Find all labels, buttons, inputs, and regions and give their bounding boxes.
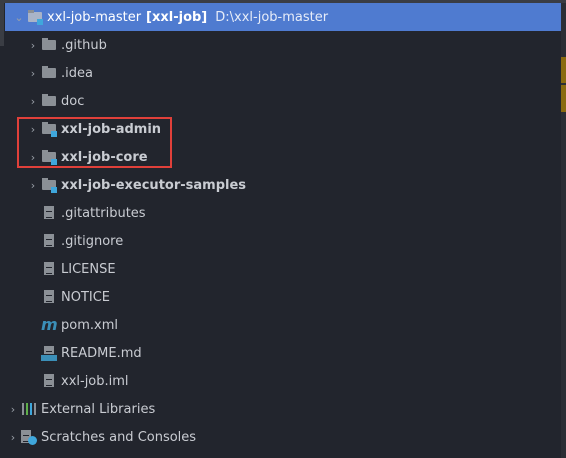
chevron-right-icon[interactable]: › bbox=[27, 179, 39, 192]
tree-item-external-libraries[interactable]: › External Libraries bbox=[5, 395, 561, 423]
root-module: [xxl-job] bbox=[146, 9, 208, 25]
tree-item-xxl-job-iml[interactable]: xxl-job.iml bbox=[5, 367, 561, 395]
tree-item-license[interactable]: LICENSE bbox=[5, 255, 561, 283]
iml-file-icon bbox=[41, 373, 57, 389]
tree-item-label: NOTICE bbox=[61, 289, 111, 305]
module-folder-icon bbox=[41, 177, 57, 193]
tree-item-label: .idea bbox=[61, 65, 93, 81]
tree-item-gitattributes[interactable]: .gitattributes bbox=[5, 199, 561, 227]
scratches-icon bbox=[21, 429, 37, 445]
tree-item-label: .gitignore bbox=[61, 233, 124, 249]
folder-icon bbox=[41, 37, 57, 53]
tree-item-label: .github bbox=[61, 37, 107, 53]
chevron-right-icon[interactable]: › bbox=[27, 95, 39, 108]
tree-item-label: xxl-job.iml bbox=[61, 373, 129, 389]
tree-item-label: README.md bbox=[61, 345, 142, 361]
tree-item-xxl-job-executor-samples[interactable]: › xxl-job-executor-samples bbox=[5, 171, 561, 199]
chevron-right-icon[interactable]: › bbox=[7, 431, 19, 444]
scroll-marker bbox=[561, 85, 566, 112]
tree-item-readme-md[interactable]: README.md bbox=[5, 339, 561, 367]
tree-item-gitignore[interactable]: .gitignore bbox=[5, 227, 561, 255]
tree-item-doc[interactable]: › doc bbox=[5, 87, 561, 115]
left-strip bbox=[0, 0, 4, 46]
tree-item-label: pom.xml bbox=[61, 317, 118, 333]
tree-item-notice[interactable]: NOTICE bbox=[5, 283, 561, 311]
tree-item-pom-xml[interactable]: m pom.xml bbox=[5, 311, 561, 339]
maven-icon: m bbox=[41, 315, 58, 334]
module-folder-icon bbox=[27, 9, 43, 25]
tree-root-xxl-job-master[interactable]: ⌄ xxl-job-master [xxl-job] D:\xxl-job-ma… bbox=[5, 3, 561, 31]
folder-icon bbox=[41, 65, 57, 81]
markdown-icon bbox=[41, 345, 57, 361]
chevron-right-icon[interactable]: › bbox=[27, 39, 39, 52]
text-file-icon bbox=[41, 261, 57, 277]
folder-icon bbox=[41, 93, 57, 109]
tree-item-idea[interactable]: › .idea bbox=[5, 59, 561, 87]
tree-item-github[interactable]: › .github bbox=[5, 31, 561, 59]
root-path: D:\xxl-job-master bbox=[215, 9, 329, 25]
chevron-right-icon[interactable]: › bbox=[7, 403, 19, 416]
ignore-file-icon bbox=[41, 233, 57, 249]
text-file-icon bbox=[41, 289, 57, 305]
tree-item-label: doc bbox=[61, 93, 85, 109]
tree-item-label: Scratches and Consoles bbox=[41, 429, 197, 445]
tree-item-label: LICENSE bbox=[61, 261, 116, 277]
chevron-right-icon[interactable]: › bbox=[27, 67, 39, 80]
highlight-box bbox=[17, 117, 172, 168]
libraries-icon bbox=[21, 401, 37, 417]
tree-item-label: External Libraries bbox=[41, 401, 156, 417]
chevron-down-icon[interactable]: ⌄ bbox=[13, 11, 25, 24]
tree-item-label: .gitattributes bbox=[61, 205, 146, 221]
tree-item-label: xxl-job-executor-samples bbox=[61, 177, 247, 193]
root-name: xxl-job-master bbox=[47, 9, 142, 25]
scroll-marker bbox=[561, 57, 566, 83]
text-file-icon bbox=[41, 205, 57, 221]
tree-item-scratches-and-consoles[interactable]: › Scratches and Consoles bbox=[5, 423, 561, 451]
